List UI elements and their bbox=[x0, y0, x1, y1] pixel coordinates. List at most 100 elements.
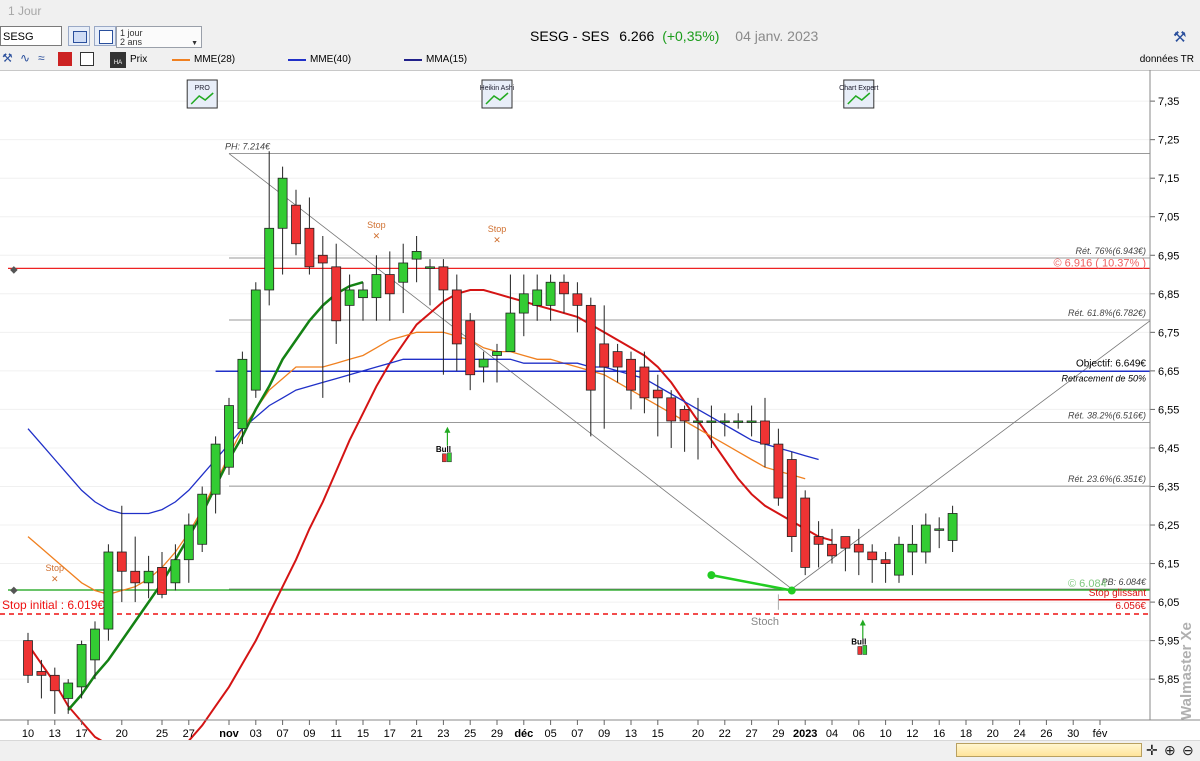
window-icon[interactable] bbox=[80, 52, 94, 66]
fib-label: Rét. 61.8%(6.782€) bbox=[1068, 308, 1146, 318]
x-tick-label: 24 bbox=[1013, 728, 1025, 740]
candle-body bbox=[746, 420, 757, 423]
candle-body bbox=[786, 459, 797, 537]
grid bbox=[0, 100, 1150, 680]
candle-body bbox=[626, 358, 636, 391]
fib-label: PH: 7.214€ bbox=[225, 142, 271, 152]
candle-body bbox=[599, 343, 610, 368]
x-tick-label: 13 bbox=[625, 728, 637, 740]
candle-body bbox=[492, 351, 502, 356]
x-tick-label: fév bbox=[1093, 728, 1108, 740]
edge-marker-icon: ◆ bbox=[10, 585, 18, 596]
candle-body bbox=[853, 543, 864, 553]
legend-swatch bbox=[404, 59, 422, 61]
zoom-out-icon[interactable]: ⊖ bbox=[1182, 742, 1194, 758]
candle-body bbox=[291, 204, 301, 245]
y-tick-label: 6,35 bbox=[1158, 481, 1179, 493]
x-tick-label: 15 bbox=[357, 728, 369, 740]
candle-body bbox=[197, 493, 208, 545]
candle-body bbox=[277, 177, 288, 229]
candle-body bbox=[679, 409, 690, 422]
x-tick-label: 29 bbox=[491, 728, 503, 740]
data-source: données TR bbox=[1139, 54, 1194, 65]
candle-body bbox=[840, 536, 851, 549]
candle-body bbox=[693, 420, 703, 423]
move-icon[interactable]: ✛ bbox=[1146, 742, 1158, 758]
bull-candle-green bbox=[447, 452, 452, 463]
indicators-icon[interactable]: ∿ bbox=[20, 51, 36, 67]
stop-marker-label: Stop bbox=[46, 563, 65, 573]
candle-body bbox=[143, 570, 154, 584]
bull-marker-label: Bull bbox=[851, 637, 866, 646]
x-tick-label: 17 bbox=[384, 728, 396, 740]
candle-body bbox=[505, 312, 516, 353]
ma-line bbox=[27, 289, 833, 740]
stop-marker-label: Stop bbox=[488, 224, 507, 234]
x-tick-label: 05 bbox=[544, 728, 556, 740]
candle-body bbox=[264, 227, 275, 291]
bull-candle-red bbox=[857, 646, 863, 655]
x-tick-label: 15 bbox=[652, 728, 664, 740]
y-tick-label: 6,75 bbox=[1158, 327, 1179, 339]
candle-body bbox=[398, 262, 409, 283]
x-tick-label: 06 bbox=[853, 728, 865, 740]
candle-body bbox=[210, 443, 221, 495]
badge-label: Chart Expert bbox=[839, 85, 878, 92]
alert-icon[interactable] bbox=[58, 52, 72, 66]
divergence-point bbox=[707, 571, 716, 580]
tools-icon[interactable]: ⚒ bbox=[2, 51, 18, 67]
watermark: Walmaster Xe bbox=[1178, 622, 1195, 720]
candle-body bbox=[36, 671, 47, 676]
open-button[interactable] bbox=[68, 26, 90, 46]
candle-body bbox=[304, 227, 315, 268]
x-tick-label: 12 bbox=[906, 728, 918, 740]
candle-body bbox=[157, 567, 167, 595]
legend-label: MMA(15) bbox=[426, 54, 468, 65]
calendar-button[interactable] bbox=[94, 26, 116, 46]
legend-label: Prix bbox=[130, 54, 148, 65]
y-tick-label: 6,45 bbox=[1158, 443, 1179, 455]
candle-body bbox=[23, 640, 33, 676]
candle-body bbox=[250, 289, 261, 391]
legend-swatch bbox=[172, 59, 190, 61]
x-tick-label: 20 bbox=[987, 728, 999, 740]
candle-body bbox=[103, 551, 114, 630]
divergence-point bbox=[787, 586, 796, 595]
heikin-ashi-icon[interactable]: HA bbox=[110, 52, 126, 68]
calendar-icon bbox=[99, 30, 113, 44]
candle-body bbox=[130, 570, 141, 584]
candle-body bbox=[894, 543, 904, 576]
candle-body bbox=[237, 358, 248, 430]
y-tick-label: 7,25 bbox=[1158, 135, 1179, 147]
legend-label: MME(40) bbox=[310, 54, 352, 65]
x-tick-label: 26 bbox=[1040, 728, 1052, 740]
wave-icon[interactable]: ≈ bbox=[38, 51, 54, 67]
period-selector[interactable]: 1 jour 2 ans ▼ bbox=[116, 26, 202, 48]
candle-body bbox=[344, 289, 355, 306]
ticker-input[interactable]: SESG bbox=[0, 26, 62, 46]
bull-candle-red bbox=[442, 453, 447, 463]
x-tick-label: 21 bbox=[410, 728, 422, 740]
legend-label: MME(28) bbox=[194, 54, 236, 65]
scroll-thumb[interactable] bbox=[956, 743, 1142, 757]
price-chart[interactable]: Stoch Stop ✕ Stop ✕ Stop ✕ Bull Bull PRO Heikin As… bbox=[0, 70, 1200, 740]
candle-body bbox=[813, 536, 824, 545]
y-tick-label: 7,35 bbox=[1158, 96, 1179, 108]
stop-glissant-value: 6.056€ bbox=[1115, 601, 1146, 612]
settings-button[interactable]: ⚒ bbox=[1170, 27, 1194, 47]
x-tick-label: 22 bbox=[719, 728, 731, 740]
candle-body bbox=[518, 293, 529, 314]
x-tick-label: 09 bbox=[598, 728, 610, 740]
candle-body bbox=[183, 524, 194, 561]
x-tick-label: 2023 bbox=[793, 728, 817, 740]
x-tick-label: 03 bbox=[250, 728, 262, 740]
y-tick-label: 5,95 bbox=[1158, 636, 1179, 648]
candle-body bbox=[827, 543, 837, 557]
badge-label: PRO bbox=[195, 85, 211, 92]
x-tick-label: 11 bbox=[330, 728, 341, 740]
zoom-in-icon[interactable]: ⊕ bbox=[1164, 742, 1176, 758]
y-tick-label: 6,65 bbox=[1158, 366, 1179, 378]
candle-body bbox=[532, 289, 543, 306]
candle-body bbox=[880, 559, 891, 564]
bull-arrow-head bbox=[859, 619, 866, 626]
